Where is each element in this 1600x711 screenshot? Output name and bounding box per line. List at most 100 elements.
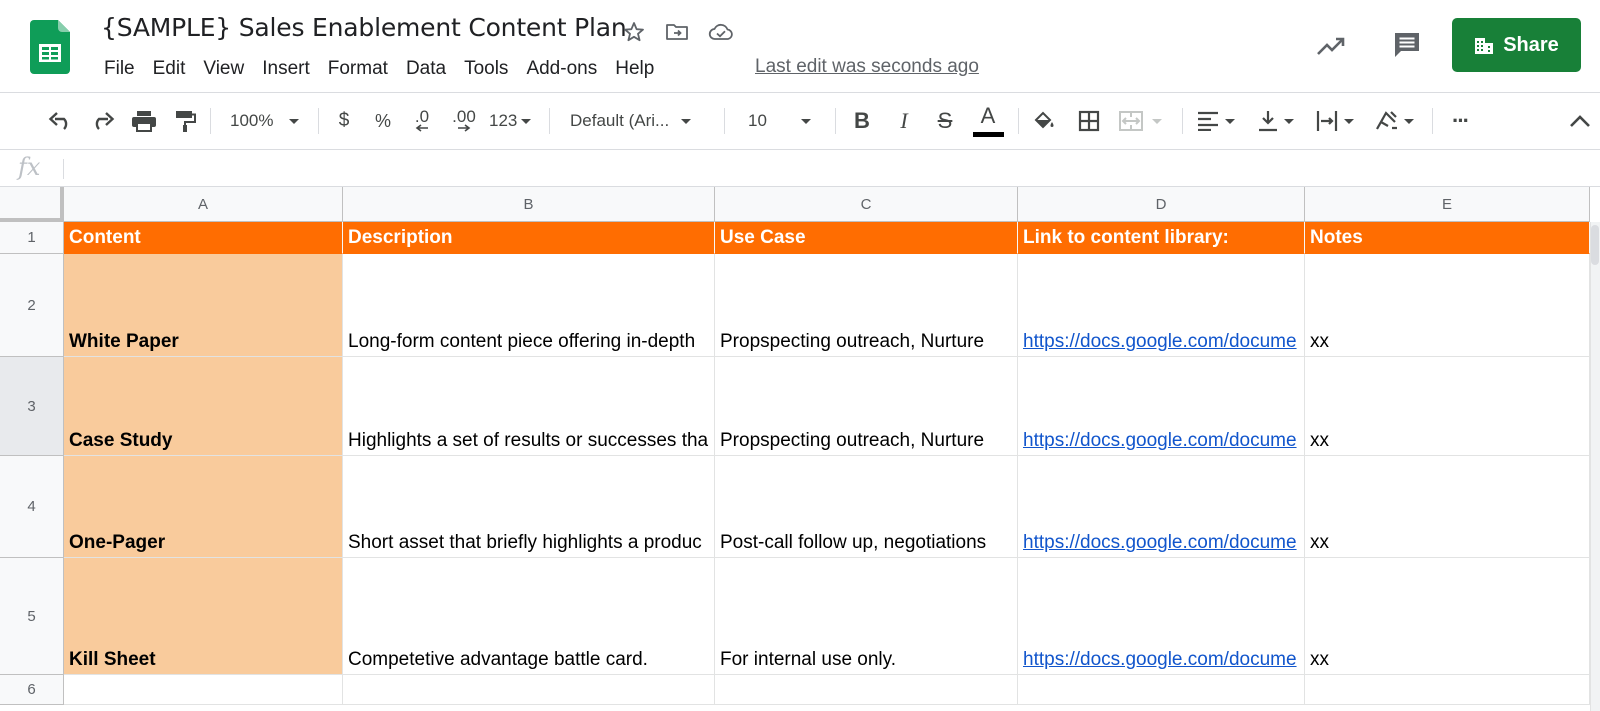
move-to-folder-icon[interactable] bbox=[664, 19, 690, 45]
description-cell[interactable]: Competetive advantage battle card. bbox=[343, 558, 715, 675]
menu-tools[interactable]: Tools bbox=[456, 58, 516, 80]
scrollbar-thumb[interactable] bbox=[1591, 225, 1599, 265]
share-button[interactable]: Share bbox=[1452, 18, 1581, 72]
menu-data[interactable]: Data bbox=[398, 58, 454, 80]
sheet-grid: A B C D E 1 2 3 4 5 6 Content Descriptio… bbox=[0, 187, 1600, 711]
sheets-logo-icon[interactable] bbox=[30, 20, 70, 74]
horizontal-align-icon[interactable] bbox=[1197, 106, 1245, 136]
menu-bar: File Edit View Insert Format Data Tools … bbox=[96, 55, 664, 83]
link-cell[interactable]: https://docs.google.com/docume bbox=[1018, 558, 1305, 675]
empty-cell[interactable] bbox=[64, 675, 343, 705]
select-all-corner[interactable] bbox=[0, 187, 64, 222]
more-options-icon[interactable]: ··· bbox=[1445, 106, 1475, 136]
chevron-down-icon bbox=[289, 118, 300, 124]
fill-color-icon[interactable] bbox=[1030, 106, 1058, 136]
empty-cell[interactable] bbox=[715, 675, 1018, 705]
column-header-a[interactable]: A bbox=[64, 187, 343, 222]
header-cell-content[interactable]: Content bbox=[64, 222, 343, 254]
number-format-select[interactable]: 123 bbox=[489, 106, 537, 136]
redo-icon[interactable] bbox=[87, 106, 117, 136]
row-header-2[interactable]: 2 bbox=[0, 254, 64, 357]
menu-add-ons[interactable]: Add-ons bbox=[518, 58, 605, 80]
font-size-select[interactable]: 10 bbox=[748, 106, 822, 136]
vertical-align-icon[interactable] bbox=[1258, 106, 1306, 136]
menu-format[interactable]: Format bbox=[320, 58, 396, 80]
description-cell[interactable]: Short asset that briefly highlights a pr… bbox=[343, 456, 715, 558]
use-case-cell[interactable]: For internal use only. bbox=[715, 558, 1018, 675]
last-edit-link[interactable]: Last edit was seconds ago bbox=[755, 56, 979, 78]
column-header-e[interactable]: E bbox=[1305, 187, 1590, 222]
currency-format-button[interactable]: $ bbox=[334, 106, 354, 136]
notes-cell[interactable]: xx bbox=[1305, 456, 1590, 558]
separator bbox=[210, 108, 211, 134]
column-header-d[interactable]: D bbox=[1018, 187, 1305, 222]
link-cell[interactable]: https://docs.google.com/docume bbox=[1018, 254, 1305, 357]
comments-icon[interactable] bbox=[1390, 28, 1424, 62]
menu-file[interactable]: File bbox=[96, 58, 143, 80]
collapse-menu-icon[interactable] bbox=[1567, 106, 1593, 136]
content-cell[interactable]: Case Study bbox=[64, 357, 343, 456]
column-header-c[interactable]: C bbox=[715, 187, 1018, 222]
star-icon[interactable] bbox=[621, 19, 647, 45]
merge-cells-icon[interactable] bbox=[1118, 106, 1170, 136]
link-cell[interactable]: https://docs.google.com/docume bbox=[1018, 456, 1305, 558]
row-header-1[interactable]: 1 bbox=[0, 222, 64, 254]
notes-cell[interactable]: xx bbox=[1305, 558, 1590, 675]
percent-format-button[interactable]: % bbox=[373, 106, 393, 136]
content-cell[interactable]: One-Pager bbox=[64, 456, 343, 558]
bold-button[interactable]: B bbox=[850, 106, 874, 136]
separator bbox=[835, 108, 836, 134]
chevron-down-icon bbox=[1404, 118, 1414, 124]
header-cell-description[interactable]: Description bbox=[343, 222, 715, 254]
description-cell[interactable]: Long-form content piece offering in-dept… bbox=[343, 254, 715, 357]
content-cell[interactable]: White Paper bbox=[64, 254, 343, 357]
row-header-5[interactable]: 5 bbox=[0, 558, 64, 675]
empty-cell[interactable] bbox=[343, 675, 715, 705]
menu-help[interactable]: Help bbox=[607, 58, 662, 80]
empty-cell[interactable] bbox=[1018, 675, 1305, 705]
link-cell[interactable]: https://docs.google.com/docume bbox=[1018, 357, 1305, 456]
content-cell[interactable]: Kill Sheet bbox=[64, 558, 343, 675]
text-color-button[interactable]: A bbox=[972, 101, 1004, 139]
formula-input[interactable] bbox=[72, 156, 1582, 182]
undo-icon[interactable] bbox=[46, 106, 76, 136]
header-cell-notes[interactable]: Notes bbox=[1305, 222, 1590, 254]
notes-cell[interactable]: xx bbox=[1305, 357, 1590, 456]
chevron-down-icon bbox=[1225, 118, 1235, 124]
strikethrough-button[interactable]: S bbox=[933, 106, 957, 136]
menu-insert[interactable]: Insert bbox=[254, 58, 318, 80]
cloud-saved-icon[interactable] bbox=[708, 19, 734, 45]
header-cell-use-case[interactable]: Use Case bbox=[715, 222, 1018, 254]
paint-format-icon[interactable] bbox=[170, 106, 200, 136]
menu-view[interactable]: View bbox=[195, 58, 252, 80]
notes-cell[interactable]: xx bbox=[1305, 254, 1590, 357]
row-header-4[interactable]: 4 bbox=[0, 456, 64, 558]
text-rotation-icon[interactable] bbox=[1374, 106, 1424, 136]
empty-cell[interactable] bbox=[1305, 675, 1590, 705]
arrow-left-icon bbox=[415, 124, 428, 132]
increase-decimal-label: .00 bbox=[452, 107, 476, 126]
menu-edit[interactable]: Edit bbox=[145, 58, 194, 80]
formula-bar: fx bbox=[0, 150, 1600, 187]
use-case-cell[interactable]: Propspecting outreach, Nurture bbox=[715, 357, 1018, 456]
font-family-select[interactable]: Default (Ari... bbox=[570, 106, 712, 136]
activity-trend-icon[interactable] bbox=[1315, 30, 1347, 62]
text-wrapping-icon[interactable] bbox=[1316, 106, 1364, 136]
header-cell-link[interactable]: Link to content library: bbox=[1018, 222, 1305, 254]
fx-icon: fx bbox=[18, 153, 41, 181]
use-case-cell[interactable]: Post-call follow up, negotiations bbox=[715, 456, 1018, 558]
increase-decimal-button[interactable]: .00 bbox=[449, 106, 479, 136]
separator bbox=[1018, 108, 1019, 134]
description-cell[interactable]: Highlights a set of results or successes… bbox=[343, 357, 715, 456]
zoom-select[interactable]: 100% bbox=[230, 106, 308, 136]
row-header-6[interactable]: 6 bbox=[0, 675, 64, 705]
borders-icon[interactable] bbox=[1075, 106, 1103, 136]
column-header-b[interactable]: B bbox=[343, 187, 715, 222]
italic-button[interactable]: I bbox=[892, 106, 916, 136]
use-case-cell[interactable]: Propspecting outreach, Nurture bbox=[715, 254, 1018, 357]
vertical-scrollbar[interactable] bbox=[1590, 222, 1600, 711]
print-icon[interactable] bbox=[129, 106, 159, 136]
document-title[interactable]: {SAMPLE} Sales Enablement Content Plan bbox=[101, 13, 627, 42]
row-header-3[interactable]: 3 bbox=[0, 357, 64, 456]
decrease-decimal-button[interactable]: .0 bbox=[408, 106, 436, 136]
